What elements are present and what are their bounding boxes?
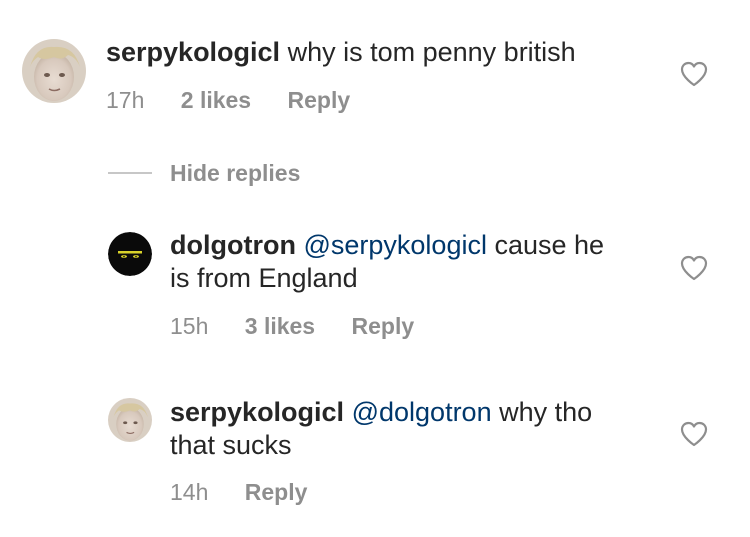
comments-screen: { "comments": [ { "username": "serpykolo… bbox=[0, 0, 750, 537]
reply-username[interactable]: serpykologicl bbox=[170, 397, 344, 427]
comment-username[interactable]: serpykologicl bbox=[106, 37, 280, 67]
user-photo-icon bbox=[108, 398, 152, 442]
comment-time: 17h bbox=[106, 87, 145, 113]
mention-link[interactable]: @serpykologicl bbox=[303, 230, 486, 260]
reply-text: serpykologicl @dolgotron why tho that su… bbox=[170, 396, 670, 462]
avatar[interactable] bbox=[108, 398, 152, 442]
reply-time: 15h bbox=[170, 313, 209, 339]
user-photo-icon bbox=[22, 39, 86, 103]
reply-meta: 14h Reply bbox=[170, 478, 307, 506]
reply-button[interactable]: Reply bbox=[288, 86, 351, 114]
reply-body-line2: that sucks bbox=[170, 430, 292, 460]
comment-text: serpykologicl why is tom penny british bbox=[106, 36, 666, 69]
reply-time: 14h bbox=[170, 479, 209, 505]
reply-button[interactable]: Reply bbox=[352, 312, 415, 340]
reply-body-line1: cause he bbox=[486, 230, 605, 260]
reply-body-line2: is from England bbox=[170, 263, 358, 293]
heart-outline-icon[interactable] bbox=[680, 61, 708, 87]
reply-username[interactable]: dolgotron bbox=[170, 230, 296, 260]
hide-replies-button[interactable]: Hide replies bbox=[108, 158, 300, 188]
mention-link[interactable]: @dolgotron bbox=[352, 397, 492, 427]
reply-likes[interactable]: 3 likes bbox=[245, 312, 315, 340]
hide-replies-label[interactable]: Hide replies bbox=[170, 159, 300, 187]
heart-outline-icon[interactable] bbox=[680, 255, 708, 281]
reply-meta: 15h 3 likes Reply bbox=[170, 312, 414, 340]
hide-replies-divider bbox=[108, 172, 152, 174]
avatar[interactable] bbox=[22, 39, 86, 103]
reply-body-line1: why tho bbox=[491, 397, 593, 427]
reply-button[interactable]: Reply bbox=[245, 478, 308, 506]
avatar[interactable] bbox=[108, 232, 152, 276]
comment-likes[interactable]: 2 likes bbox=[181, 86, 251, 114]
reply-text: dolgotron @serpykologicl cause he is fro… bbox=[170, 229, 670, 295]
comment-body: why is tom penny british bbox=[280, 37, 576, 67]
comment-meta: 17h 2 likes Reply bbox=[106, 86, 350, 114]
heart-outline-icon[interactable] bbox=[680, 421, 708, 447]
ninja-avatar-icon bbox=[108, 232, 152, 276]
